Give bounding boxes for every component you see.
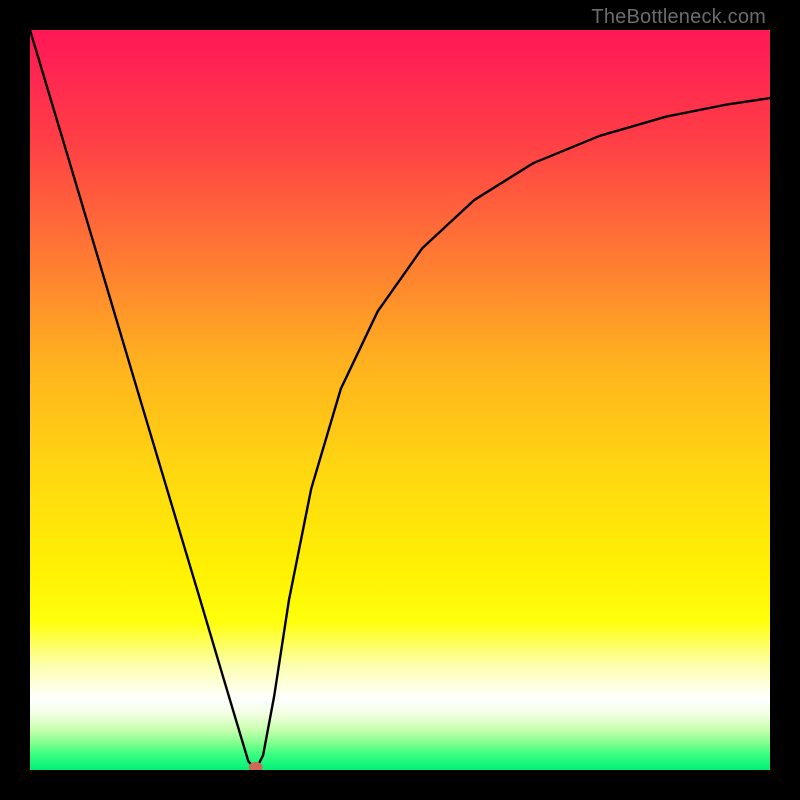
watermark-text: TheBottleneck.com — [591, 6, 766, 29]
chart-frame: TheBottleneck.com — [0, 0, 800, 800]
curve-layer — [30, 30, 770, 770]
bottleneck-curve — [30, 30, 770, 770]
plot-area — [30, 30, 770, 770]
